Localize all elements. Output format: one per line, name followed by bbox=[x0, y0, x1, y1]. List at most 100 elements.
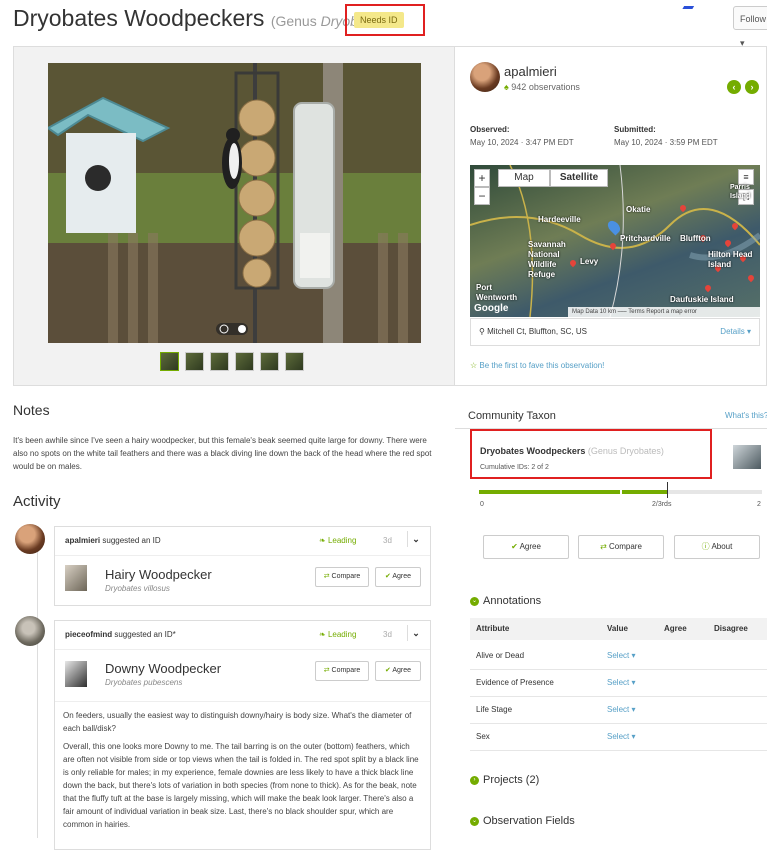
compare-button[interactable]: ⇄ Compare bbox=[315, 567, 369, 587]
observation-photo[interactable] bbox=[48, 63, 421, 343]
map-tab[interactable]: Map bbox=[498, 169, 550, 187]
check-icon: ✔ bbox=[384, 667, 391, 674]
community-taxon-genus: (Genus Dryobates) bbox=[587, 446, 664, 456]
taxon-photo[interactable] bbox=[65, 661, 87, 687]
photo-thumbnail[interactable] bbox=[235, 352, 254, 371]
comment-paragraph: Overall, this one looks more Downy to me… bbox=[63, 742, 419, 829]
map-footer[interactable]: Map Data 10 km ⎯⎯⎯ Terms Report a map er… bbox=[568, 307, 760, 317]
compare-icon: ⇄ bbox=[600, 542, 607, 551]
photo-thumbnail[interactable] bbox=[260, 352, 279, 371]
photo-thumbnail[interactable] bbox=[285, 352, 304, 371]
next-observation-button[interactable]: › bbox=[745, 80, 759, 94]
compare-button[interactable]: ⇄ Compare bbox=[578, 535, 664, 559]
annotation-attribute: Sex bbox=[476, 732, 490, 741]
page-title: Dryobates Woodpeckers (Genus Dryobates bbox=[13, 5, 384, 32]
fave-link[interactable]: ☆ Be the first to fave this observation! bbox=[470, 361, 604, 370]
location-details-link[interactable]: Details ▾ bbox=[720, 319, 751, 345]
annotation-select[interactable]: Select ▾ bbox=[607, 642, 635, 669]
annotation-select[interactable]: Select ▾ bbox=[607, 723, 635, 750]
google-logo: Google bbox=[474, 303, 509, 314]
consensus-scale-min: 0 bbox=[480, 501, 484, 508]
annotation-row: Sex Select ▾ bbox=[470, 723, 767, 751]
photo-thumbnail[interactable] bbox=[210, 352, 229, 371]
previous-observation-button[interactable]: ‹ bbox=[727, 80, 741, 94]
map-label: Parris Island bbox=[730, 184, 751, 200]
location-bar: ⚲ Mitchell Ct, Bluffton, SC, US Details … bbox=[470, 318, 760, 346]
taxon-photo[interactable] bbox=[65, 565, 87, 591]
observation-fields-heading-text: Observation Fields bbox=[483, 815, 575, 827]
zoom-in-button[interactable]: + bbox=[474, 169, 490, 187]
observation-count[interactable]: ♠ 942 observations bbox=[504, 82, 580, 92]
genus-prefix: (Genus bbox=[270, 13, 321, 29]
agree-button[interactable]: ✔ Agree bbox=[375, 661, 421, 681]
identification-card: pieceofmind suggested an ID* ❧ Leading 3… bbox=[54, 620, 431, 850]
taxon-common-name[interactable]: Downy Woodpecker bbox=[105, 661, 221, 676]
observation-fields-heading[interactable]: ⌄ Observation Fields bbox=[470, 815, 575, 827]
identification-card: apalmieri suggested an ID ❧ Leading 3d ⌄… bbox=[54, 526, 431, 606]
user-avatar[interactable] bbox=[15, 616, 45, 646]
user-avatar[interactable] bbox=[15, 524, 45, 554]
agree-button[interactable]: ✔ Agree bbox=[375, 567, 421, 587]
observation-map[interactable]: + − Map Satellite ≡ ⛶ Okatie Hardeeville… bbox=[470, 165, 760, 317]
community-taxon-photo[interactable] bbox=[733, 445, 761, 469]
map-label: Okatie bbox=[626, 205, 651, 214]
annotation-attribute: Alive or Dead bbox=[476, 651, 525, 660]
compare-button[interactable]: ⇄ Compare bbox=[315, 661, 369, 681]
identification-header: pieceofmind suggested an ID* bbox=[65, 630, 176, 639]
map-label: Port Wentworth bbox=[476, 283, 518, 302]
annotation-attribute: Life Stage bbox=[476, 705, 513, 714]
photo-thumbnail[interactable] bbox=[160, 352, 179, 371]
info-icon: ⓘ bbox=[701, 542, 710, 551]
map-label: Bluffton bbox=[680, 234, 711, 243]
community-taxon-name[interactable]: Dryobates Woodpeckers (Genus Dryobates) bbox=[480, 446, 664, 456]
identification-action: suggested an ID* bbox=[112, 630, 176, 639]
column-header: Attribute bbox=[476, 624, 510, 633]
follow-button[interactable]: Follow ▾ bbox=[733, 6, 767, 48]
location-text: Mitchell Ct, Bluffton, SC, US bbox=[487, 327, 587, 336]
taxon-scientific-name[interactable]: Dryobates villosus bbox=[105, 584, 170, 593]
observation-count-text: 942 observations bbox=[511, 82, 580, 92]
compare-label: Compare bbox=[331, 667, 361, 674]
annotations-heading[interactable]: ⌄ Annotations bbox=[470, 595, 541, 607]
about-button[interactable]: ⓘ About bbox=[674, 535, 760, 559]
chevron-right-icon: › bbox=[470, 775, 479, 785]
identifier-username[interactable]: apalmieri bbox=[65, 536, 100, 545]
chevron-down-icon: ⌄ bbox=[470, 816, 479, 826]
observer-username[interactable]: apalmieri bbox=[504, 64, 557, 79]
zoom-out-button[interactable]: − bbox=[474, 187, 490, 205]
about-label: About bbox=[711, 542, 733, 551]
identification-action: suggested an ID bbox=[100, 536, 161, 545]
observer-avatar[interactable] bbox=[470, 62, 500, 92]
map-label: Savannah National Wildlife Refuge bbox=[528, 240, 566, 279]
fave-text: Be the first to fave this observation! bbox=[479, 361, 605, 370]
check-icon: ✔ bbox=[511, 542, 518, 551]
observed-date: May 10, 2024 · 3:47 PM EDT bbox=[470, 138, 574, 147]
leading-icon: ❧ bbox=[319, 630, 326, 639]
projects-heading[interactable]: › Projects (2) bbox=[470, 774, 539, 786]
map-label: Pritchardville bbox=[620, 234, 671, 243]
taxon-common-name[interactable]: Hairy Woodpecker bbox=[105, 567, 212, 582]
agree-button[interactable]: ✔ Agree bbox=[483, 535, 569, 559]
photo-thumbnail[interactable] bbox=[185, 352, 204, 371]
annotation-row: Alive or Dead Select ▾ bbox=[470, 642, 767, 670]
satellite-tab[interactable]: Satellite bbox=[550, 169, 608, 187]
whats-this-link[interactable]: What's this? bbox=[725, 411, 767, 420]
needs-id-badge: Needs ID bbox=[354, 12, 404, 28]
title-common-name: Dryobates Woodpeckers bbox=[13, 5, 265, 31]
identification-header: apalmieri suggested an ID bbox=[65, 536, 161, 545]
annotation-row: Evidence of Presence Select ▾ bbox=[470, 669, 767, 697]
annotation-select[interactable]: Select ▾ bbox=[607, 696, 635, 723]
consensus-bar-gap bbox=[620, 490, 622, 494]
leading-badge: ❧ Leading bbox=[319, 536, 356, 545]
taxon-scientific-name[interactable]: Dryobates pubescens bbox=[105, 678, 182, 687]
decorative-mark bbox=[682, 0, 698, 9]
activity-timeline bbox=[37, 540, 38, 838]
identification-age: 3d bbox=[383, 630, 392, 639]
map-label: Hardeeville bbox=[538, 215, 581, 224]
chevron-down-icon[interactable]: ⌄ bbox=[407, 625, 424, 641]
map-label: Daufuskie Island bbox=[670, 295, 734, 304]
star-icon: ☆ bbox=[470, 361, 478, 370]
chevron-down-icon[interactable]: ⌄ bbox=[407, 531, 424, 547]
identifier-username[interactable]: pieceofmind bbox=[65, 630, 112, 639]
annotation-select[interactable]: Select ▾ bbox=[607, 669, 635, 696]
